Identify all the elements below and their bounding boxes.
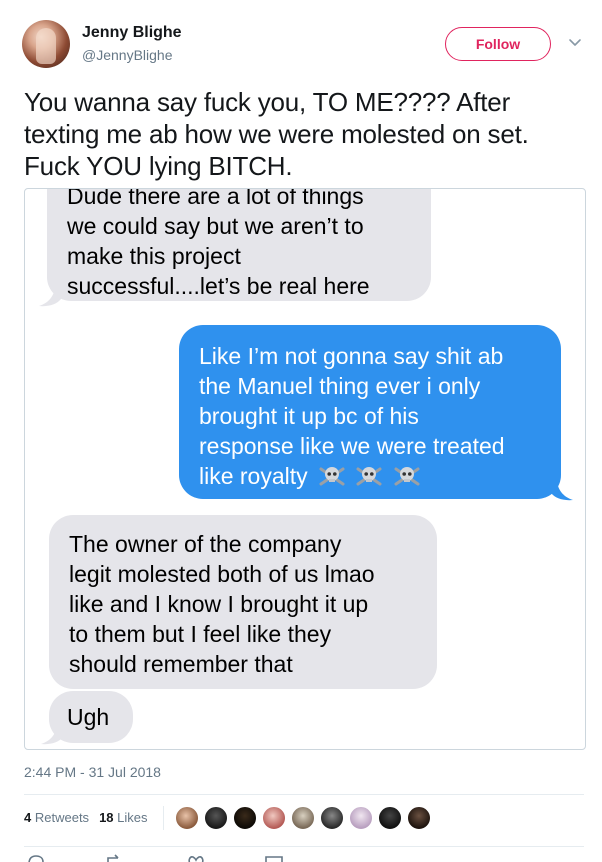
liker-avatar[interactable] <box>320 806 344 830</box>
message-line: like royalty <box>199 463 308 489</box>
liker-avatar[interactable] <box>291 806 315 830</box>
message-line: like and I know I brought it up <box>69 591 369 617</box>
bubble-tail <box>39 285 61 307</box>
message-line: should remember that <box>69 651 293 677</box>
likes-stat[interactable]: 18 Likes <box>99 810 147 825</box>
liker-avatar[interactable] <box>175 806 199 830</box>
message-line: legit molested both of us lmao <box>69 561 375 587</box>
tweet-header: Jenny Blighe @JennyBlighe Follow <box>22 20 588 72</box>
message-bubble-sent: Like I’m not gonna say shit ab the Manue… <box>179 325 561 499</box>
author-name[interactable]: Jenny Blighe <box>82 24 182 42</box>
tweet-actions <box>24 854 584 862</box>
like-icon[interactable] <box>186 854 206 862</box>
message-icon[interactable] <box>264 854 284 862</box>
retweets-label: Retweets <box>34 810 90 825</box>
tweet-text-line: texting me ab how we were molested on se… <box>24 119 529 149</box>
author-handle[interactable]: @JennyBlighe <box>82 47 173 63</box>
divider <box>24 794 584 795</box>
divider <box>24 846 584 847</box>
message-line: the Manuel thing ever i only <box>199 373 481 399</box>
bubble-tail <box>41 723 63 745</box>
retweets-stat[interactable]: 4 Retweets <box>24 810 89 825</box>
message-bubble-received: Dude there are a lot of things we could … <box>47 188 431 301</box>
liker-avatar[interactable] <box>407 806 431 830</box>
message-line: make this project <box>67 243 241 269</box>
retweet-icon[interactable] <box>104 854 124 862</box>
liker-avatar[interactable] <box>233 806 257 830</box>
caret-down-icon[interactable] <box>567 34 583 50</box>
message-line: response like we were treated <box>199 433 505 459</box>
skull-crossbones-icon <box>319 467 345 486</box>
tweet-text: You wanna say fuck you, TO ME???? After … <box>24 86 584 182</box>
skull-crossbones-icon <box>394 467 420 486</box>
tweet-media-screenshot[interactable]: Dude there are a lot of things we could … <box>24 188 586 750</box>
message-line: to them but I feel like they <box>69 621 332 647</box>
message-line: Like I’m not gonna say shit ab <box>199 343 504 369</box>
skull-crossbones-icon <box>356 467 382 486</box>
message-bubble-received: The owner of the company legit molested … <box>49 515 437 689</box>
likes-count: 18 <box>99 810 114 825</box>
tweet-stats: 4 Retweets 18 Likes <box>24 810 148 825</box>
tweet-text-line: You wanna say fuck you, TO ME???? After <box>24 87 511 117</box>
liker-avatar[interactable] <box>349 806 373 830</box>
tweet-timestamp[interactable]: 2:44 PM - 31 Jul 2018 <box>24 764 161 780</box>
message-line: we could say but we aren’t to <box>67 213 364 239</box>
message-line: brought it up bc of his <box>199 403 419 429</box>
likes-label: Likes <box>117 810 148 825</box>
message-line: Ugh <box>67 704 110 730</box>
message-line: successful....let’s be real here <box>67 273 370 299</box>
bubble-tail <box>551 479 573 501</box>
tweet-text-line: Fuck YOU lying BITCH. <box>24 151 293 181</box>
message-line: Dude there are a lot of things <box>67 188 364 209</box>
author-avatar[interactable] <box>22 20 70 68</box>
liker-avatar[interactable] <box>262 806 286 830</box>
message-line: The owner of the company <box>69 531 342 557</box>
divider <box>163 806 164 830</box>
reply-icon[interactable] <box>26 854 46 862</box>
follow-button[interactable]: Follow <box>445 27 551 61</box>
liker-avatar[interactable] <box>378 806 402 830</box>
liker-avatar[interactable] <box>204 806 228 830</box>
retweets-count: 4 <box>24 810 32 825</box>
